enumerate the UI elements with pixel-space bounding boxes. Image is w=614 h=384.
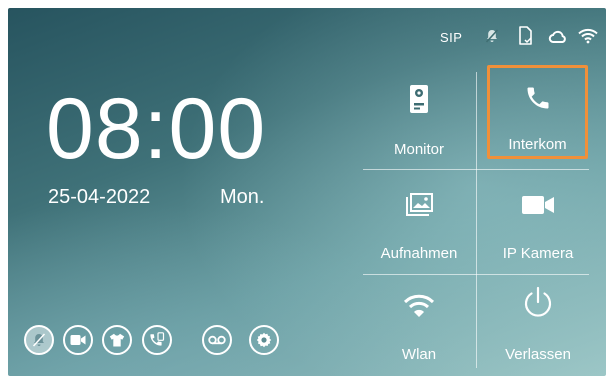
video-record-button[interactable] [63, 325, 93, 355]
sip-status: SIP [440, 30, 463, 45]
voicemail-button[interactable] [202, 325, 232, 355]
mute-button[interactable] [24, 325, 54, 355]
menu-tile-label: Verlassen [505, 346, 571, 363]
gallery-icon [401, 187, 437, 223]
menu-tile-label: Interkom [508, 136, 567, 153]
menu-tile-label: IP Kamera [502, 245, 574, 262]
call-transfer-button[interactable] [142, 325, 172, 355]
menu-tile-label: Aufnahmen [380, 245, 458, 262]
power-icon [520, 284, 556, 320]
clock-date: 25-04-2022 [48, 186, 151, 208]
bell-muted-icon [31, 332, 47, 348]
menu-divider-vertical [476, 72, 477, 368]
menu-tile-aufnahmen[interactable]: Aufnahmen [363, 173, 475, 273]
phone-icon [520, 80, 556, 116]
menu-tile-wlan[interactable]: Wlan [363, 278, 475, 376]
menu-tile-label: Wlan [401, 346, 437, 363]
menu-tile-monitor[interactable]: Monitor [363, 67, 475, 167]
voicemail-icon [208, 335, 226, 345]
cloud-icon [548, 29, 568, 45]
menu-tile-ip-kamera[interactable]: IP Kamera [482, 173, 594, 273]
scene-button[interactable] [102, 325, 132, 355]
wifi-icon [401, 288, 437, 324]
menu-tile-interkom[interactable]: Interkom [487, 65, 588, 159]
menu-divider-horizontal [363, 274, 589, 275]
clock-weekday: Mon. [220, 186, 265, 208]
settings-icon [256, 332, 272, 348]
shirt-icon [109, 333, 125, 347]
menu-tile-verlassen[interactable]: Verlassen [482, 278, 594, 376]
wifi-icon [578, 28, 598, 44]
door-station-icon [401, 81, 437, 117]
video-camera-icon [70, 334, 86, 346]
phone-transfer-icon [149, 332, 165, 348]
home-screen: SIP 08:00 25-04-2022 Mon. Monitor Interk… [8, 8, 606, 376]
clock-time: 08:00 [46, 81, 267, 177]
video-camera-icon [520, 187, 556, 223]
sd-card-icon [516, 26, 534, 46]
menu-divider-horizontal [363, 169, 589, 170]
menu-tile-label: Monitor [393, 141, 445, 158]
settings-button[interactable] [249, 325, 279, 355]
bell-muted-icon [484, 28, 500, 44]
